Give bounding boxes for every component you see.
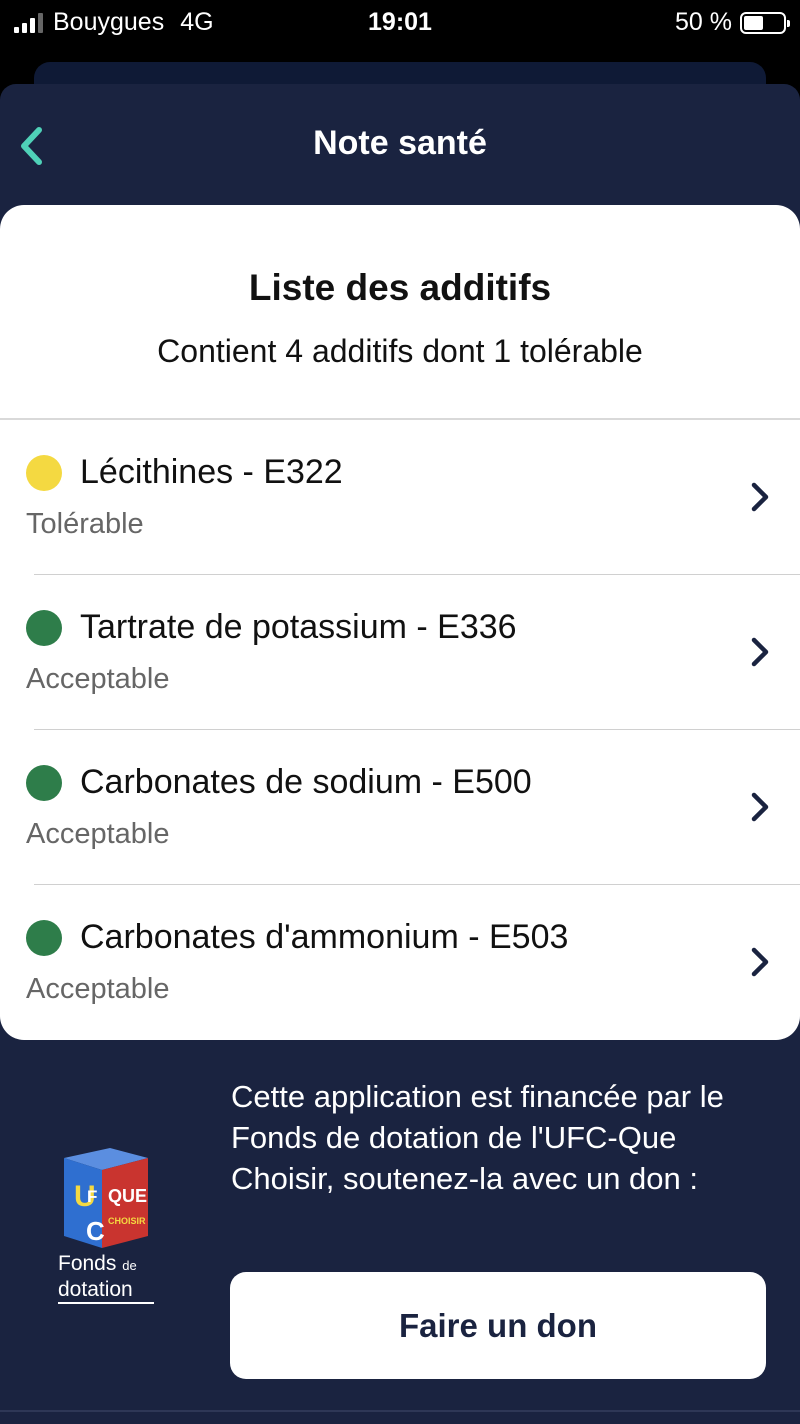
svg-text:QUE: QUE	[108, 1186, 147, 1206]
logo-cube-icon: U F C QUE CHOISIR	[64, 1148, 148, 1248]
ufc-que-choisir-logo: U F C QUE CHOISIR Fonds de dotation	[56, 1144, 156, 1304]
status-right: 50 %	[675, 8, 790, 37]
status-dot	[26, 455, 62, 491]
additive-name: Carbonates de sodium - E500	[80, 763, 532, 801]
additive-status: Tolérable	[26, 508, 144, 540]
card-title: Liste des additifs	[248, 267, 552, 308]
bottom-divider	[0, 1410, 800, 1412]
additive-item[interactable]: Carbonates de sodium - E500 Acceptable	[0, 730, 800, 885]
status-dot	[26, 920, 62, 956]
donate-button[interactable]: Faire un don	[230, 1272, 766, 1379]
chevron-right-icon	[751, 792, 769, 822]
chevron-right-icon	[751, 947, 769, 977]
page-title: Note santé	[313, 124, 487, 162]
additive-item[interactable]: Tartrate de potassium - E336 Acceptable	[0, 575, 800, 730]
additive-status: Acceptable	[26, 973, 170, 1005]
additive-item[interactable]: Carbonates d'ammonium - E503 Acceptable	[0, 885, 800, 1040]
additive-status: Acceptable	[26, 663, 170, 695]
nav-bar: Note santé	[0, 84, 800, 204]
additive-status: Acceptable	[26, 818, 170, 850]
funding-message: Cette application est financée par le Fo…	[231, 1079, 724, 1196]
battery-icon	[740, 11, 790, 34]
svg-text:CHOISIR: CHOISIR	[108, 1216, 146, 1226]
logo-text: Fonds de dotation	[58, 1252, 137, 1301]
chevron-right-icon	[751, 637, 769, 667]
svg-text:C: C	[86, 1216, 105, 1246]
modal-sheet: Note santé Liste des additifs Contient 4…	[0, 84, 800, 1424]
svg-text:F: F	[87, 1187, 97, 1206]
additives-card: Liste des additifs Contient 4 additifs d…	[0, 205, 800, 1040]
additive-item[interactable]: Lécithines - E322 Tolérable	[0, 420, 800, 575]
logo-underline	[58, 1302, 154, 1304]
card-header: Liste des additifs Contient 4 additifs d…	[0, 205, 800, 420]
additive-name: Tartrate de potassium - E336	[80, 608, 517, 646]
additive-name: Carbonates d'ammonium - E503	[80, 918, 569, 956]
card-subtitle: Contient 4 additifs dont 1 tolérable	[157, 333, 643, 369]
additive-name: Lécithines - E322	[80, 453, 343, 491]
additives-list: Lécithines - E322 Tolérable Tartrate de …	[0, 420, 800, 1040]
battery-percent: 50 %	[675, 8, 732, 36]
chevron-right-icon	[751, 482, 769, 512]
status-bar: Bouygues 4G 19:01 50 %	[0, 0, 800, 48]
status-dot	[26, 610, 62, 646]
status-dot	[26, 765, 62, 801]
